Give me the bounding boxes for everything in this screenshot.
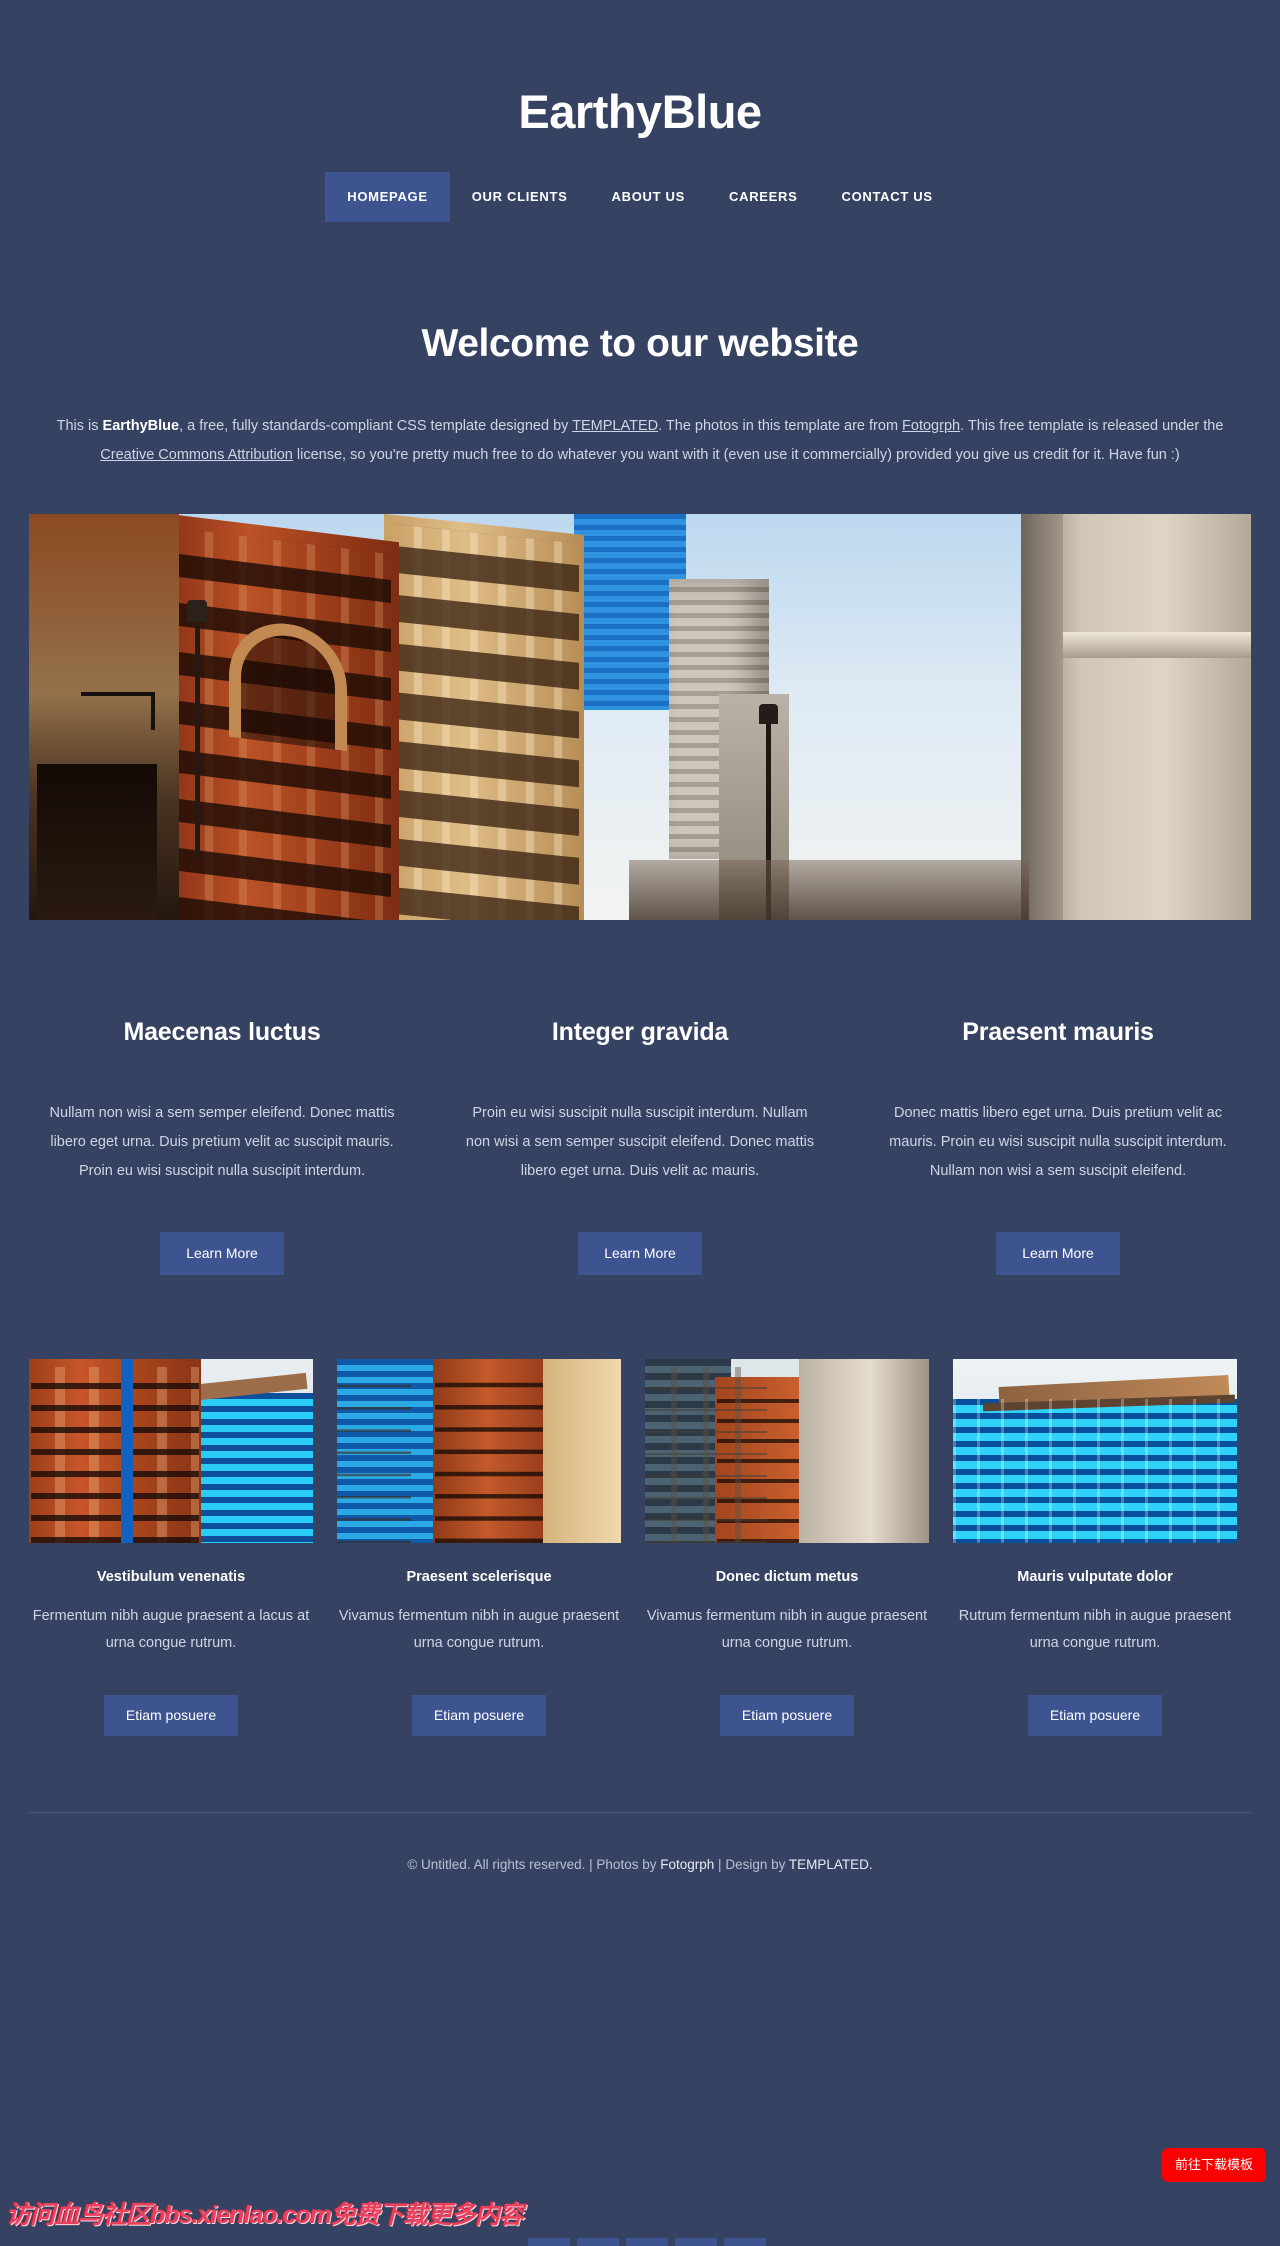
thumb-image[interactable] <box>645 1359 929 1543</box>
thumb-body: Vivamus fermentum nibh in augue praesent… <box>646 1608 928 1651</box>
bottom-tab[interactable] <box>724 2238 766 2246</box>
hero-shop-door <box>37 764 157 920</box>
footer-separator-2: | <box>718 1857 722 1872</box>
thumb-title: Mauris vulputate dolor <box>1017 1569 1173 1585</box>
feature-column: Integer gravida Proin eu wisi suscipit n… <box>447 1018 833 1275</box>
site-header: EarthyBlue HOMEPAGE OUR CLIENTS ABOUT US… <box>0 0 1280 222</box>
etiam-posuere-button[interactable]: Etiam posuere <box>103 1695 239 1736</box>
main-navigation: HOMEPAGE OUR CLIENTS ABOUT US CAREERS CO… <box>0 172 1280 222</box>
thumbnails-section: Vestibulum venenatis Fermentum nibh augu… <box>29 1359 1251 1736</box>
hero-image-wrap <box>29 514 1251 920</box>
thumb-tan-windows <box>337 1365 411 1543</box>
thumb-item: Mauris vulputate dolor Rutrum fermentum … <box>953 1359 1237 1736</box>
hero-wall-bracket <box>81 692 155 730</box>
banner-section: Welcome to our website This is EarthyBlu… <box>0 222 1280 470</box>
hero-lamp-head-left <box>187 600 207 622</box>
thumb-image[interactable] <box>337 1359 621 1543</box>
bottom-tab[interactable] <box>675 2238 717 2246</box>
bottom-tab[interactable] <box>577 2238 619 2246</box>
thumb-image[interactable] <box>953 1359 1237 1543</box>
site-logo: EarthyBlue <box>518 85 762 138</box>
footer-design-prefix: Design by <box>725 1857 786 1872</box>
nav-item-contact-us[interactable]: CONTACT US <box>820 172 955 222</box>
hero-street <box>629 860 1029 920</box>
page-root: EarthyBlue HOMEPAGE OUR CLIENTS ABOUT US… <box>0 0 1280 2246</box>
thumb-stone-windows <box>645 1367 767 1543</box>
feature-column: Praesent mauris Donec mattis libero eget… <box>865 1018 1251 1275</box>
thumb-title: Praesent scelerisque <box>406 1569 552 1585</box>
thumb-glass-tower <box>193 1393 313 1543</box>
intro-part-1: This is <box>56 418 103 434</box>
etiam-posuere-button[interactable]: Etiam posuere <box>719 1695 855 1736</box>
feature-title: Praesent mauris <box>962 1018 1154 1046</box>
intro-paragraph: This is EarthyBlue, a free, fully standa… <box>50 412 1230 470</box>
thumb-item: Donec dictum metus Vivamus fermentum nib… <box>645 1359 929 1736</box>
bottom-tab[interactable] <box>626 2238 668 2246</box>
page-title: Welcome to our website <box>421 322 859 365</box>
link-fotogrph[interactable]: Fotogrph <box>902 418 960 434</box>
intro-part-2: , a free, fully standards-compliant CSS … <box>179 418 573 434</box>
hero-image <box>29 514 1251 920</box>
intro-part-3: . The photos in this template are from <box>658 418 903 434</box>
learn-more-button[interactable]: Learn More <box>160 1232 284 1275</box>
bottom-tab[interactable] <box>528 2238 570 2246</box>
intro-brand: EarthyBlue <box>102 418 180 434</box>
footer-photos-prefix: Photos by <box>596 1857 657 1872</box>
thumb-item: Vestibulum venenatis Fermentum nibh augu… <box>29 1359 313 1736</box>
hero-lamp-head-right <box>759 704 778 724</box>
thumb-title: Donec dictum metus <box>715 1569 859 1585</box>
thumb-tan-building <box>543 1359 621 1543</box>
feature-column: Maecenas luctus Nullam non wisi a sem se… <box>29 1018 415 1275</box>
hero-tan-windows <box>394 524 579 920</box>
thumb-body: Fermentum nibh augue praesent a lacus at… <box>32 1608 310 1651</box>
thumb-body: Rutrum fermentum nibh in augue praesent … <box>958 1608 1232 1651</box>
link-creative-commons[interactable]: Creative Commons Attribution <box>100 447 293 463</box>
feature-body: Nullam non wisi a sem semper eleifend. D… <box>49 1105 395 1179</box>
footer-link-templated[interactable]: TEMPLATED. <box>789 1857 873 1872</box>
bottom-tab-strip <box>0 2238 1280 2246</box>
download-template-button[interactable]: 前往下载模板 <box>1161 2148 1266 2182</box>
learn-more-button[interactable]: Learn More <box>578 1232 702 1275</box>
feature-title: Maecenas luctus <box>123 1018 321 1046</box>
thumb-brick-windows <box>31 1367 199 1543</box>
footer-copyright: © Untitled. All rights reserved. <box>407 1857 586 1872</box>
thumb-glass-mullions <box>953 1399 1237 1543</box>
thumb-blue-gap <box>121 1359 133 1543</box>
site-footer: © Untitled. All rights reserved. | Photo… <box>0 1813 1280 1872</box>
etiam-posuere-button[interactable]: Etiam posuere <box>411 1695 547 1736</box>
footer-separator-1: | <box>589 1857 593 1872</box>
thumb-item: Praesent scelerisque Vivamus fermentum n… <box>337 1359 621 1736</box>
learn-more-button[interactable]: Learn More <box>996 1232 1120 1275</box>
etiam-posuere-button[interactable]: Etiam posuere <box>1027 1695 1163 1736</box>
features-section: Maecenas luctus Nullam non wisi a sem se… <box>29 1018 1251 1275</box>
nav-item-careers[interactable]: CAREERS <box>707 172 819 222</box>
hero-lamp-post-left <box>195 609 200 859</box>
thumb-body: Vivamus fermentum nibh in augue praesent… <box>338 1608 620 1651</box>
nav-item-homepage[interactable]: HOMEPAGE <box>325 172 450 222</box>
feature-body: Donec mattis libero eget urna. Duis pret… <box>889 1105 1227 1179</box>
thumb-image[interactable] <box>29 1359 313 1543</box>
thumb-stone-building <box>799 1359 929 1543</box>
feature-title: Integer gravida <box>551 1018 729 1046</box>
footer-link-fotogrph[interactable]: Fotogrph <box>660 1857 714 1872</box>
feature-body: Proin eu wisi suscipit nulla suscipit in… <box>465 1105 815 1179</box>
thumb-brick-windows <box>435 1365 551 1543</box>
intro-part-4: . This free template is released under t… <box>960 418 1224 434</box>
thumb-title: Vestibulum venenatis <box>96 1569 246 1585</box>
link-templated[interactable]: TEMPLATED <box>572 418 658 434</box>
intro-part-5: license, so you're pretty much free to d… <box>292 447 1180 463</box>
nav-item-about-us[interactable]: ABOUT US <box>590 172 708 222</box>
site-watermark: 访问血鸟社区bbs.xienlao.com免费下载更多内容 <box>6 2201 524 2229</box>
nav-item-our-clients[interactable]: OUR CLIENTS <box>450 172 590 222</box>
